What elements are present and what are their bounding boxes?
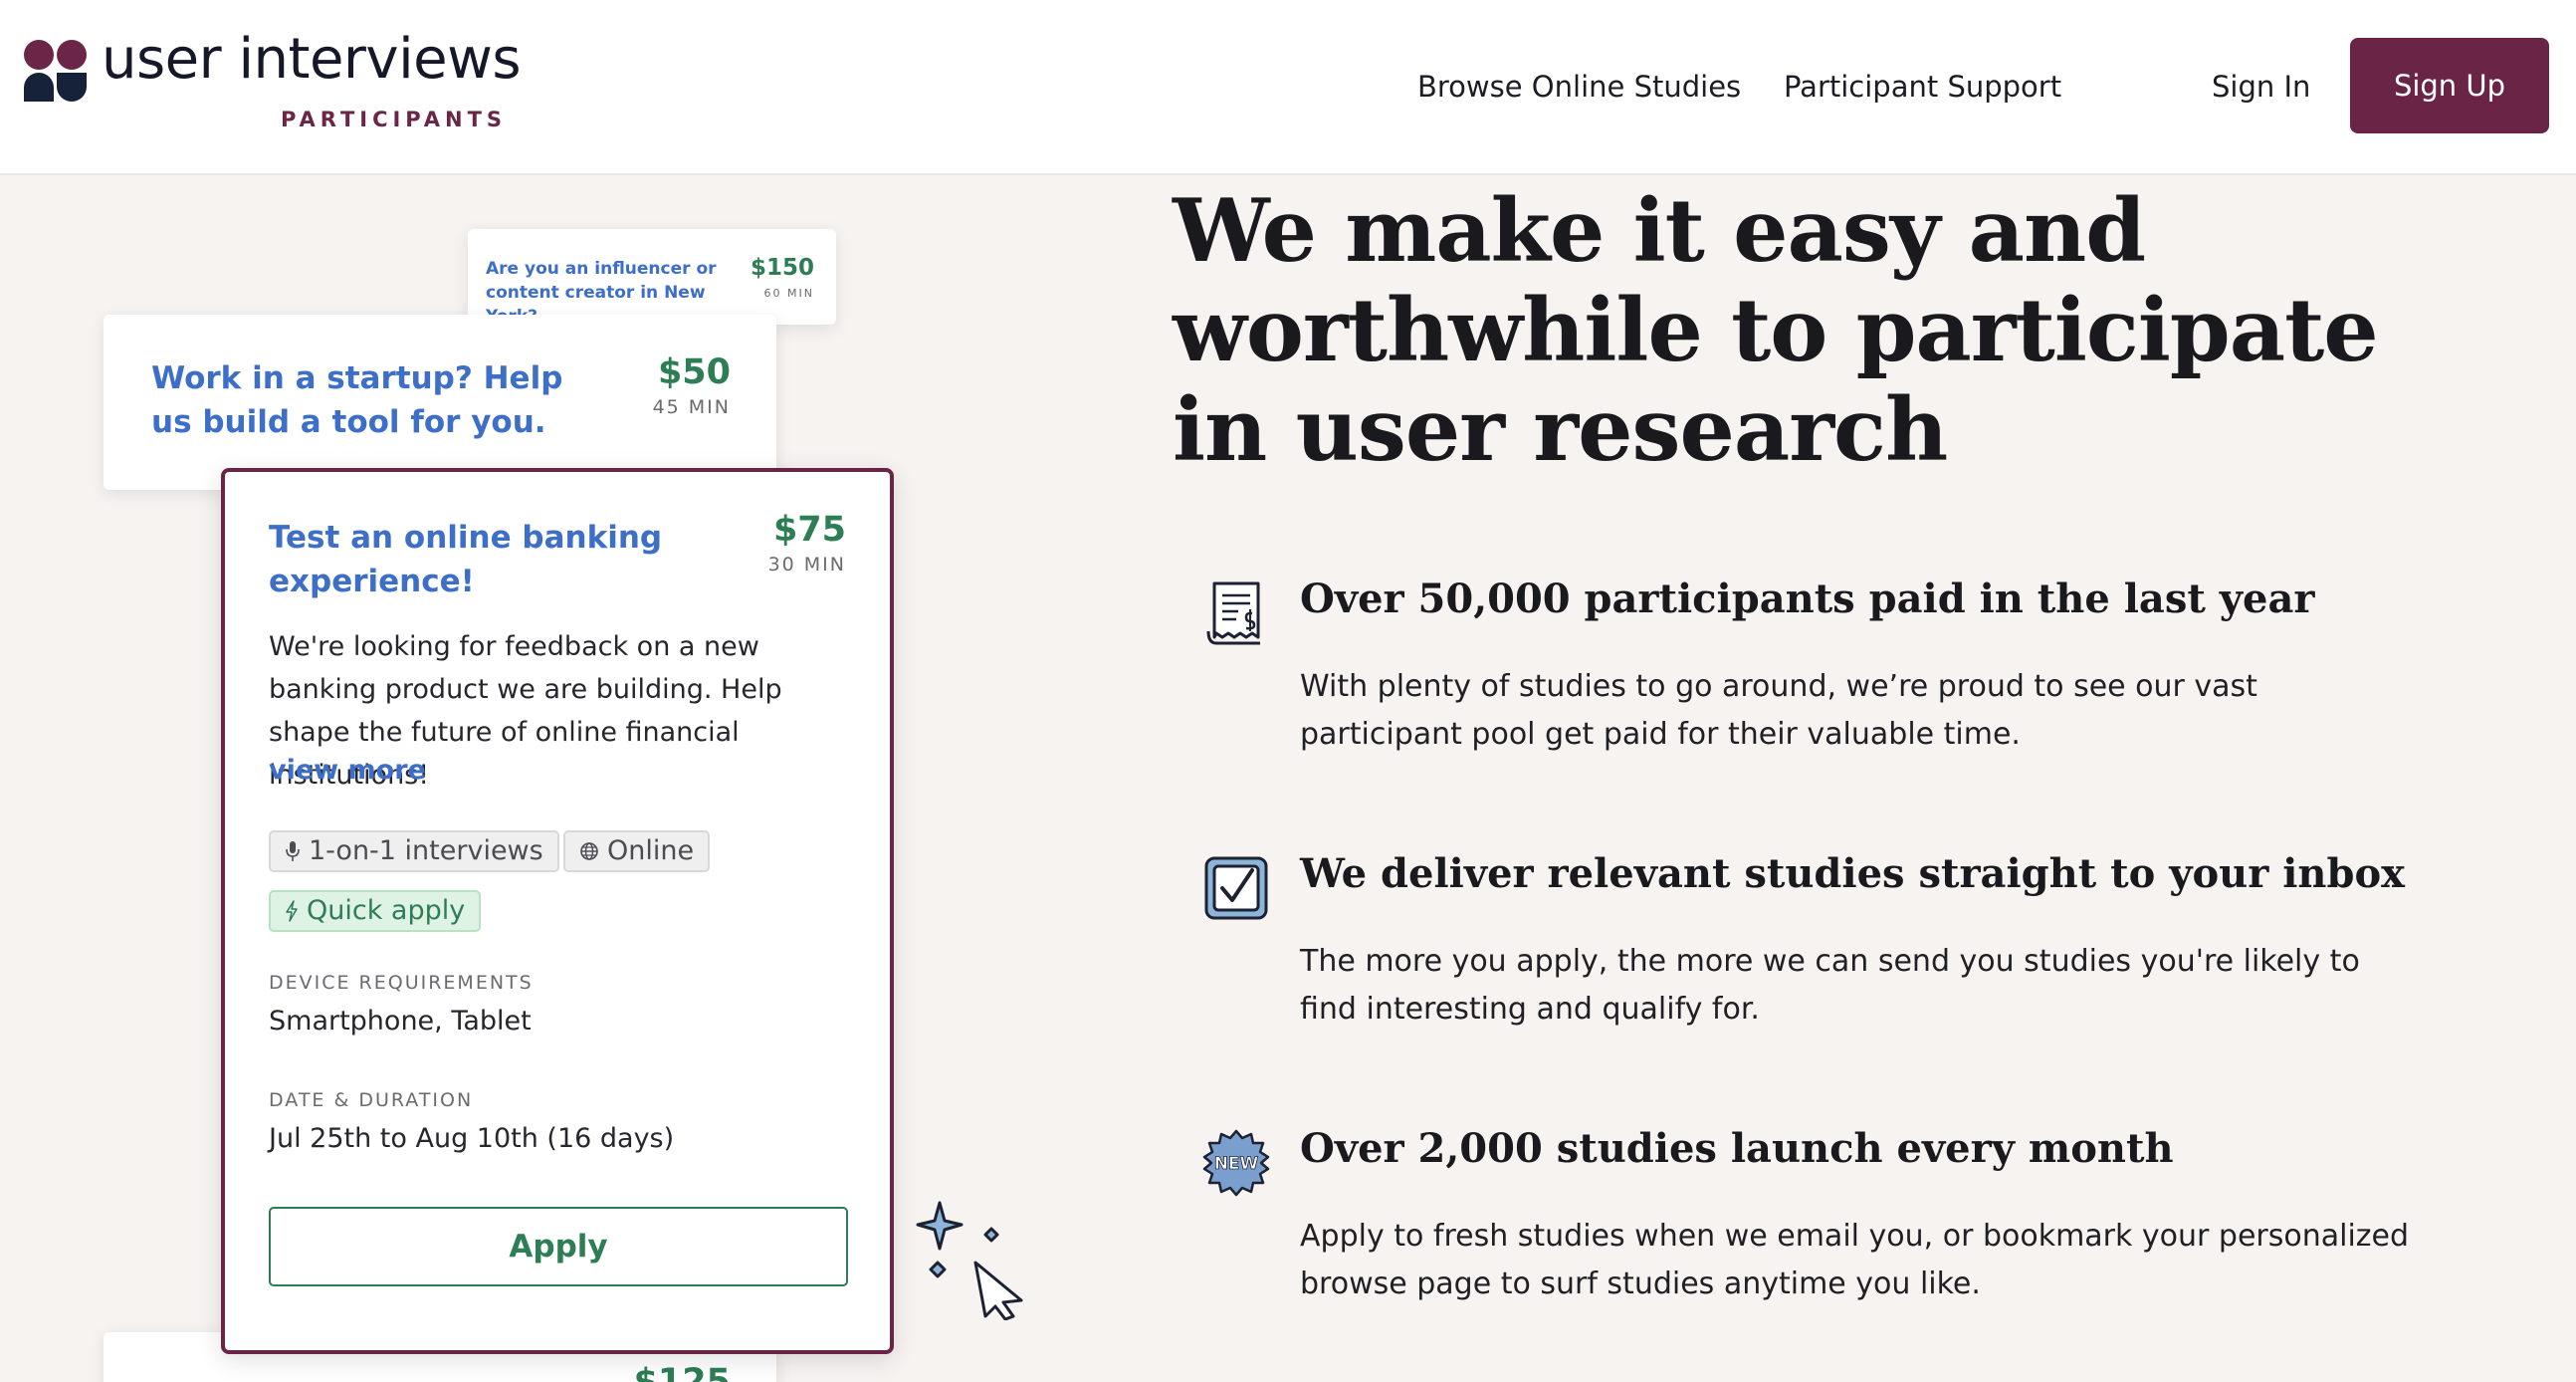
study-price: $50 — [657, 352, 731, 392]
sparkle-cursor-icon — [916, 1201, 1023, 1320]
study-price: $125 — [633, 1362, 731, 1382]
apply-button[interactable]: Apply — [269, 1207, 848, 1286]
logo-icon[interactable] — [24, 40, 88, 102]
study-price: $150 — [750, 255, 814, 281]
nav-browse-studies[interactable]: Browse Online Studies — [1417, 70, 1741, 104]
globe-icon — [580, 842, 598, 860]
receipt-icon — [1206, 581, 1260, 645]
study-title: Test an online banking experience! — [269, 520, 663, 599]
feature-title: Over 50,000 participants paid in the las… — [1300, 576, 2315, 622]
logo-tagline: PARTICIPANTS — [281, 108, 508, 131]
site-header: user interviews PARTICIPANTS Browse Onli… — [0, 0, 2576, 175]
date-duration-value: Jul 25th to Aug 10th (16 days) — [269, 1123, 675, 1154]
study-duration: 45 MIN — [652, 396, 731, 418]
view-more-link[interactable]: view more — [269, 755, 426, 786]
device-requirements-label: DEVICE REQUIREMENTS — [269, 972, 534, 994]
sign-in-link[interactable]: Sign In — [2212, 70, 2310, 104]
tag-label: Online — [607, 835, 695, 866]
study-card-influencer[interactable]: Are you an influencer or content creator… — [468, 229, 836, 327]
tag-label: 1-on-1 interviews — [309, 835, 543, 866]
nav-participant-support[interactable]: Participant Support — [1784, 70, 2061, 104]
logo-wordmark[interactable]: user interviews — [102, 32, 522, 88]
feature-body: The more you apply, the more we can send… — [1300, 944, 2360, 1027]
checkbox-icon — [1204, 856, 1268, 920]
tag-location: Online — [563, 830, 711, 872]
feature-body: With plenty of studies to go around, we’… — [1300, 669, 2257, 752]
study-duration: 60 MIN — [763, 287, 814, 300]
svg-text:NEW: NEW — [1214, 1154, 1259, 1174]
feature-body: Apply to fresh studies when we email you… — [1300, 1219, 2410, 1301]
lightning-icon — [286, 900, 298, 922]
study-card-banking[interactable]: Test an online banking experience! $75 3… — [221, 468, 894, 1354]
device-requirements-value: Smartphone, Tablet — [269, 1006, 532, 1036]
study-card-startup[interactable]: Work in a startup? Help us build a tool … — [104, 315, 776, 490]
feature-title: We deliver relevant studies straight to … — [1300, 850, 2405, 897]
sign-up-button[interactable]: Sign Up — [2350, 38, 2549, 133]
feature-title: Over 2,000 studies launch every month — [1300, 1125, 2174, 1172]
tag-interview-format: 1-on-1 interviews — [269, 830, 559, 872]
new-badge-icon: NEW — [1202, 1129, 1270, 1197]
study-duration: 30 MIN — [767, 554, 846, 576]
study-price: $75 — [772, 510, 846, 550]
microphone-icon — [286, 841, 300, 861]
date-duration-label: DATE & DURATION — [269, 1089, 474, 1111]
tag-label: Quick apply — [307, 895, 466, 926]
tag-quick-apply: Quick apply — [269, 890, 482, 932]
hero-headline: We make it easy and worthwhile to partic… — [1173, 179, 2379, 481]
study-title: Work in a startup? Help us build a tool … — [151, 360, 563, 440]
